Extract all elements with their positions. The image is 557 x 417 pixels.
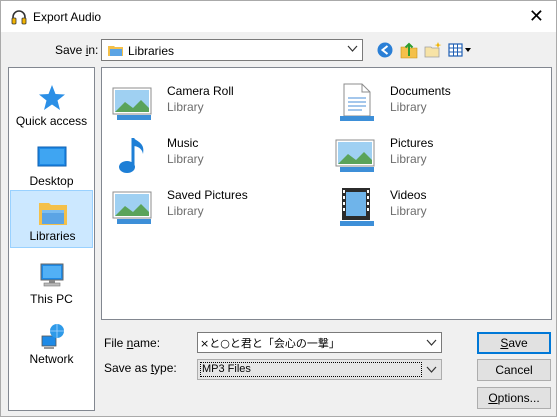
network-icon — [41, 324, 64, 349]
item-name: Videos — [390, 188, 427, 202]
export-audio-dialog: Export Audio ✕ Save in: Libraries Quick … — [0, 0, 557, 417]
save-in-dropdown[interactable]: Libraries — [101, 39, 363, 61]
file-name-combobox[interactable] — [197, 332, 442, 353]
save-in-value: Libraries — [128, 44, 175, 58]
up-folder-icon[interactable] — [399, 40, 419, 60]
picture-library-icon — [335, 139, 375, 172]
place-desktop[interactable]: Desktop — [10, 136, 93, 194]
item-type: Library — [167, 152, 204, 166]
save-in-label: Save in: — [55, 43, 99, 57]
save-as-type-value: MP3 Files — [200, 362, 422, 377]
file-name-input[interactable] — [200, 334, 420, 351]
item-type: Library — [390, 204, 427, 218]
list-item-saved-pictures[interactable]: Saved Pictures Library — [109, 184, 309, 232]
headphones-icon — [11, 10, 27, 25]
chevron-down-icon — [426, 366, 437, 373]
desktop-icon — [37, 146, 67, 167]
place-label: This PC — [30, 292, 73, 306]
list-item-pictures[interactable]: Pictures Library — [332, 132, 532, 180]
picture-library-icon — [112, 191, 152, 224]
item-type: Library — [167, 204, 204, 218]
list-item-camera-roll[interactable]: Camera Roll Library — [109, 80, 309, 128]
place-label: Desktop — [29, 174, 74, 188]
item-type: Library — [390, 100, 427, 114]
options-button[interactable]: Options... — [477, 387, 551, 409]
computer-icon — [40, 263, 64, 287]
libraries-icon — [39, 203, 67, 225]
place-label: Network — [29, 352, 74, 366]
back-icon[interactable] — [375, 40, 395, 60]
list-item-videos[interactable]: Videos Library — [332, 184, 532, 232]
item-name: Pictures — [390, 136, 434, 150]
document-library-icon — [340, 83, 374, 121]
cancel-button[interactable]: Cancel — [477, 359, 551, 381]
place-this-pc[interactable]: This PC — [10, 254, 93, 312]
title-bar: Export Audio ✕ — [1, 1, 556, 32]
place-label: Quick access — [15, 114, 88, 128]
picture-library-icon — [112, 87, 152, 120]
new-folder-icon[interactable] — [423, 40, 443, 60]
place-label: Libraries — [29, 229, 76, 243]
video-library-icon — [340, 188, 374, 226]
place-quick-access[interactable]: Quick access — [10, 76, 93, 134]
places-bar: Quick access Desktop Libraries This PC N… — [8, 67, 95, 411]
save-button[interactable]: Save — [477, 332, 551, 354]
star-icon — [39, 85, 65, 110]
music-library-icon — [119, 138, 144, 173]
list-item-documents[interactable]: Documents Library — [332, 80, 532, 128]
chevron-down-icon — [347, 45, 358, 52]
item-type: Library — [167, 100, 204, 114]
window-title: Export Audio — [33, 10, 102, 24]
item-name: Camera Roll — [167, 84, 234, 98]
save-as-type-dropdown[interactable]: MP3 Files — [197, 359, 442, 380]
place-libraries[interactable]: Libraries — [10, 190, 93, 248]
list-item-music[interactable]: Music Library — [109, 132, 309, 180]
libraries-folder-icon — [108, 46, 123, 56]
place-network[interactable]: Network — [10, 314, 93, 372]
item-name: Music — [167, 136, 199, 150]
file-list: Camera Roll Library Documents Library Mu… — [101, 67, 552, 320]
view-menu-icon[interactable] — [447, 40, 473, 60]
chevron-down-icon[interactable] — [426, 337, 437, 348]
item-name: Saved Pictures — [167, 188, 248, 202]
item-type: Library — [390, 152, 427, 166]
close-button[interactable]: ✕ — [529, 6, 544, 27]
item-name: Documents — [390, 84, 451, 98]
file-name-label: File name: — [104, 336, 161, 350]
save-as-type-label: Save as type: — [104, 361, 177, 375]
